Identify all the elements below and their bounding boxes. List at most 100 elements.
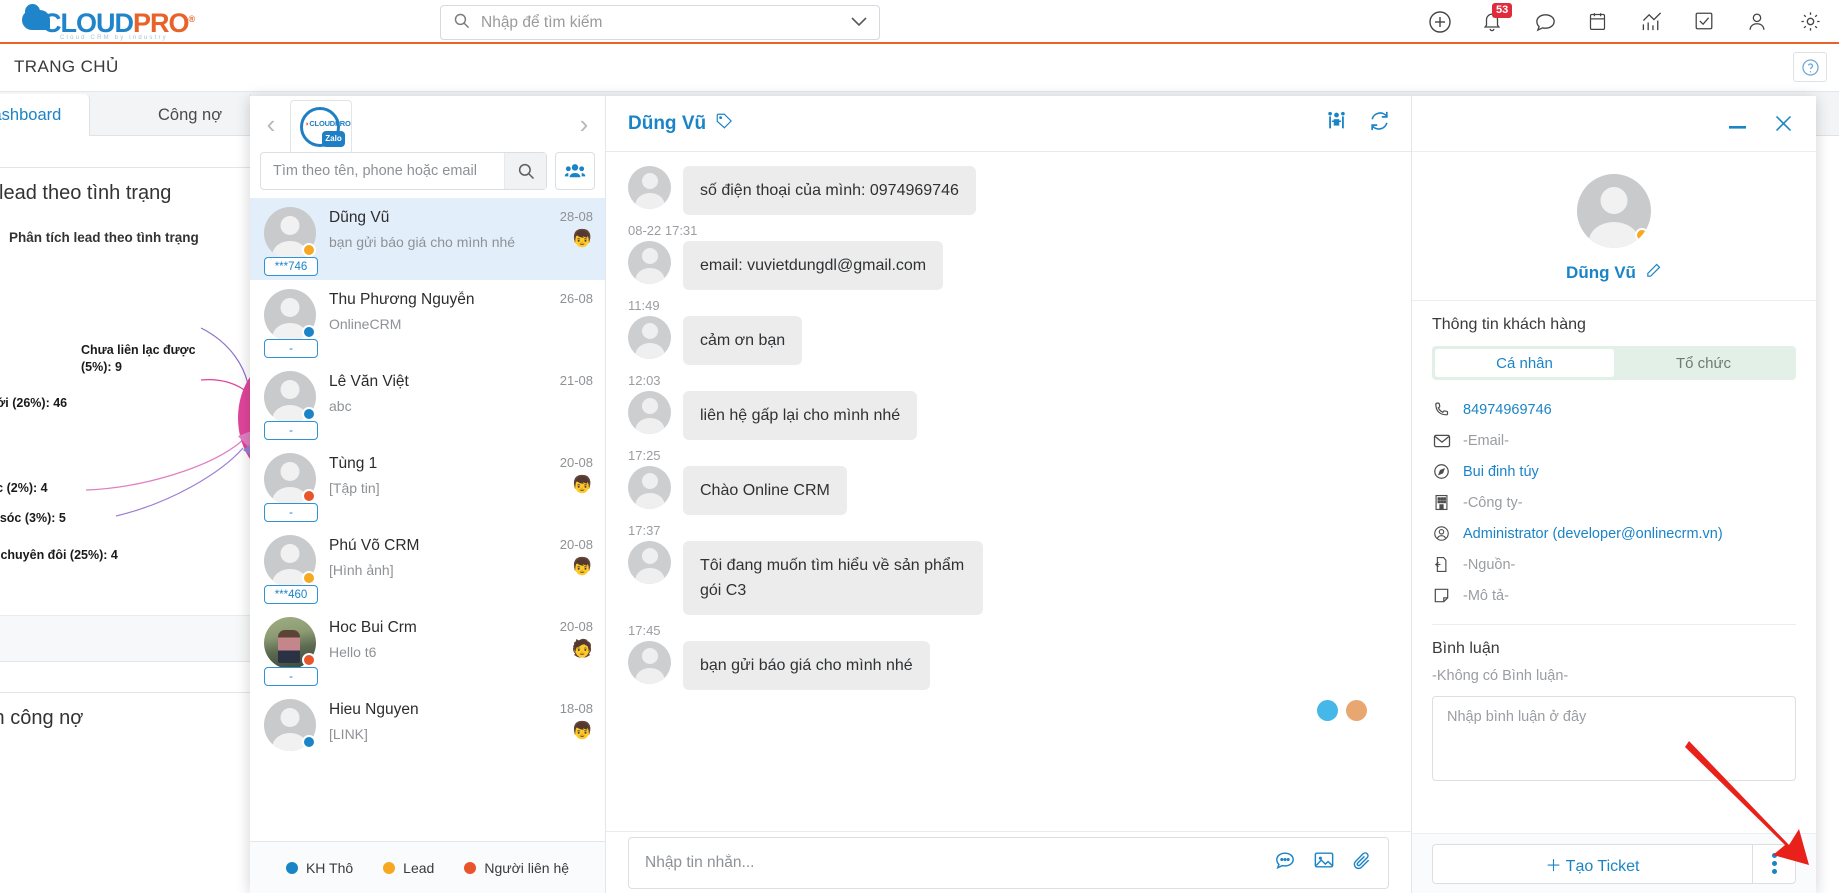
kebab-dot [1771,869,1777,874]
field-description[interactable]: -Mô tả- [1432,580,1796,611]
channel-tab-zalo[interactable]: ◗CLOUDPRO Zalo [290,100,352,152]
list-item[interactable]: Hoc Bui Crm Hello t6 20-08 🧑 - [250,608,605,690]
status-dot [302,735,316,749]
message-bubble: cảm ơn bạn [683,316,803,365]
assign-agent-icon[interactable] [1325,110,1348,137]
conversation-tag[interactable]: ***746 [264,257,318,276]
app-logo[interactable]: CLOUDPRO® Cloud CRM by industry [22,4,222,42]
search-icon [453,12,470,34]
comment-input[interactable]: Nhập bình luận ở đây [1432,696,1796,781]
message-input-box[interactable] [628,836,1389,889]
conversation-tag[interactable]: - [264,667,318,686]
search-icon[interactable] [504,153,546,189]
status-dot [302,407,316,421]
conversation-emoji: 👦 [571,557,593,576]
tab-ca-nhan[interactable]: Cá nhân [1435,349,1614,377]
chevron-down-icon[interactable] [851,15,867,30]
create-ticket-button[interactable]: ＋ Tạo Ticket [1432,843,1752,884]
gear-icon[interactable] [1799,10,1823,34]
conversation-tag[interactable]: - [264,421,318,440]
field-phone-value: 84974969746 [1463,401,1552,418]
conversation-date: 21-08 [559,373,593,388]
conversation-search-field[interactable] [260,152,547,190]
message-timestamp: 17:25 [628,448,661,463]
list-item[interactable]: Hieu Nguyen [LINK] 18-08 👦 [250,690,605,772]
message-row: số điện thoại của mình: 0974969746 [628,166,1389,215]
field-owner[interactable]: Administrator (developer@onlinecrm.vn) [1432,518,1796,549]
close-icon[interactable] [1773,113,1794,134]
conversation-tag[interactable]: ***460 [264,585,318,604]
chevron-right-icon[interactable]: › [571,104,597,144]
list-item[interactable]: Thu Phương Nguyễn OnlineCRM 26-08 - [250,280,605,362]
conversation-tag[interactable]: - [264,503,318,522]
add-group-icon[interactable] [555,152,595,190]
message-bubble: Chào Online CRM [683,466,847,515]
cloud-icon [22,4,50,30]
task-icon[interactable] [1693,10,1717,34]
list-item[interactable]: Phú Võ CRM [Hình ảnh] 20-08 👦 ***460 [250,526,605,608]
field-email[interactable]: -Email- [1432,425,1796,456]
field-assignee[interactable]: Bui đinh túy [1432,456,1796,487]
refresh-icon[interactable] [1368,110,1391,137]
tab-my-dashboard-label: My Dashboard [0,105,62,124]
global-search-bar[interactable]: Nhập để tìm kiếm [440,5,880,40]
avatar [264,207,316,259]
conversation-tag[interactable]: - [264,339,318,358]
conversation-name: Phú Võ CRM [329,537,420,554]
conversation-date: 26-08 [559,291,593,306]
field-company[interactable]: -Công ty- [1432,487,1796,518]
page-title-bar: TRANG CHỦ [0,44,1839,92]
conversation-list[interactable]: Dũng Vũ bạn gửi báo giá cho mình nhé 28-… [250,198,605,841]
field-phone[interactable]: 84974969746 [1432,394,1796,425]
more-options-button[interactable] [1752,843,1796,884]
attachment-icon[interactable] [1352,850,1372,876]
message-input[interactable] [645,853,1274,872]
legend-label-0: KH Thô [305,859,354,876]
analytics-icon[interactable] [1640,10,1664,34]
conversation-emoji: 🧑 [571,639,593,658]
chat-icon[interactable] [1534,10,1558,34]
plus-circle-icon[interactable] [1428,10,1452,34]
pie-label-2: Ngừng chăm sóc (2%): 4 [0,481,48,495]
minimize-icon[interactable] [1727,117,1749,131]
conversation-emoji: 👦 [571,475,593,494]
debt-overview-card-title: Tổng quan công nợ [0,707,84,729]
quick-reply-icon[interactable] [1274,850,1296,875]
image-icon[interactable] [1313,850,1335,875]
conversation-preview: Hello t6 [329,644,377,660]
compass-icon [1432,462,1451,481]
logo-cloud-text: CLOUD [42,8,134,38]
status-dot [1635,228,1649,242]
tab-to-chuc-label: Tổ chức [1675,354,1732,372]
tab-to-chuc[interactable]: Tổ chức [1614,349,1793,377]
field-source[interactable]: -Nguồn- [1432,549,1796,580]
tab-cong-no[interactable]: Công nợ [130,94,252,136]
message-timestamp: 17:45 [628,623,661,638]
legend-dot-red [464,861,477,874]
registered-mark: ® [188,14,196,24]
bell-icon[interactable]: 53 [1481,3,1513,34]
message-timestamp: 12:03 [628,373,661,388]
conversation-date: 18-08 [559,701,593,716]
legend-dot-orange [383,861,396,874]
chevron-left-icon[interactable]: ‹ [258,104,284,144]
edit-pencil-icon[interactable] [1645,262,1662,284]
seen-avatar-2 [1346,700,1367,721]
pie-label-4: Đã chuyên đôi (25%): 4 [0,548,118,562]
list-item[interactable]: Lê Văn Việt abc 21-08 - [250,362,605,444]
kebab-dot [1771,861,1777,866]
tag-icon[interactable] [715,112,733,135]
list-item[interactable]: Tùng 1 [Tập tin] 20-08 👦 - [250,444,605,526]
message-bubble: liên hệ gấp lại cho mình nhé [683,391,918,440]
list-item[interactable]: Dũng Vũ bạn gửi báo giá cho mình nhé 28-… [250,198,605,280]
conversation-date: 28-08 [559,209,593,224]
user-icon[interactable] [1746,10,1770,34]
help-button[interactable] [1793,52,1827,82]
tab-my-dashboard[interactable]: My Dashboard [0,94,91,136]
message-list[interactable]: số điện thoại của mình: 0974969746 08-22… [606,152,1411,831]
conversation-name: Tùng 1 [329,455,378,472]
calendar-icon[interactable] [1587,10,1611,34]
logo-tagline: Cloud CRM by industry [60,35,168,41]
conversation-emoji: 👦 [571,229,593,248]
conversation-search-input[interactable] [261,163,504,179]
